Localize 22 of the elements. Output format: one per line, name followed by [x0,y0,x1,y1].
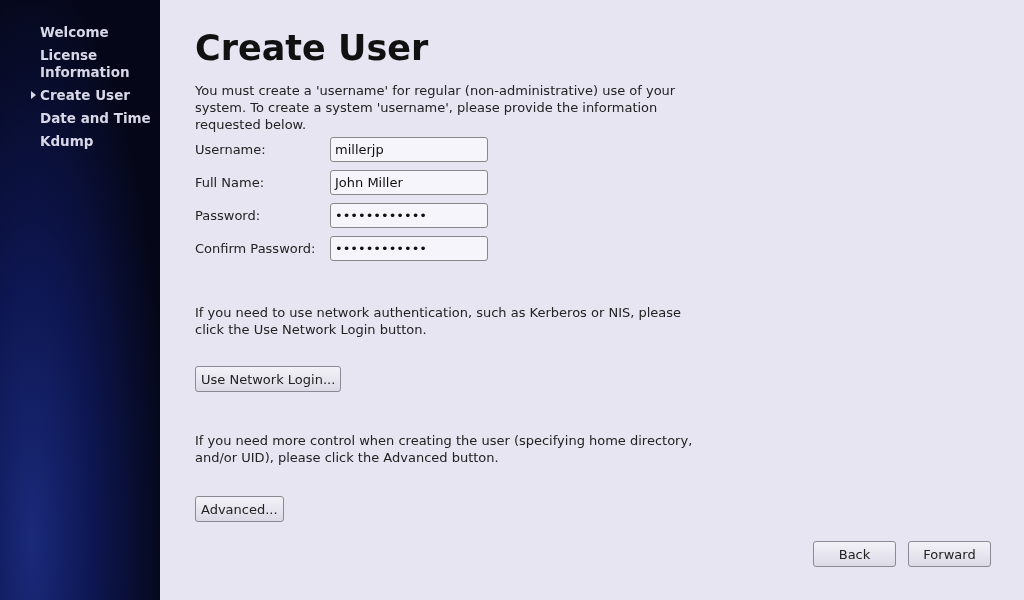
arrow-icon [30,91,36,99]
network-login-button[interactable]: Use Network Login... [195,366,342,392]
field-label: Full Name: [195,175,266,190]
advanced-text: If you need more control when creating the user (specifying home directory, and/or UID), please click the Advanced button. [195,432,694,466]
back-button[interactable]: Back [813,541,896,567]
forward-button[interactable]: Forward [908,541,991,567]
field-label: Username: [195,142,267,157]
sidebar-item[interactable]: Kdump [26,133,160,150]
sidebar-item[interactable]: Welcome [26,24,160,41]
sidebar-item[interactable]: Create User [26,87,160,104]
advanced-button[interactable]: Advanced... [195,496,284,522]
network-login-text: If you need to use network authentication, such as Kerberos or NIS, please click the Use Network Login button. [195,304,683,338]
page-title: Create User [195,28,430,68]
input-field[interactable]: •••••••••••• [330,203,488,228]
field-label: Password: [195,208,262,223]
field-label: Confirm Password: [195,241,317,256]
sidebar-item[interactable]: Date and Time [26,110,160,127]
intro-text: You must create a 'username' for regular (non-administrative) use of your system. To create a system 'username', please provide the information requested below. [195,82,677,133]
sidebar-item[interactable]: License Information [26,47,160,81]
input-field[interactable]: millerjp [330,137,488,162]
input-field[interactable]: John Miller [330,170,488,195]
input-field[interactable]: •••••••••••• [330,236,488,261]
